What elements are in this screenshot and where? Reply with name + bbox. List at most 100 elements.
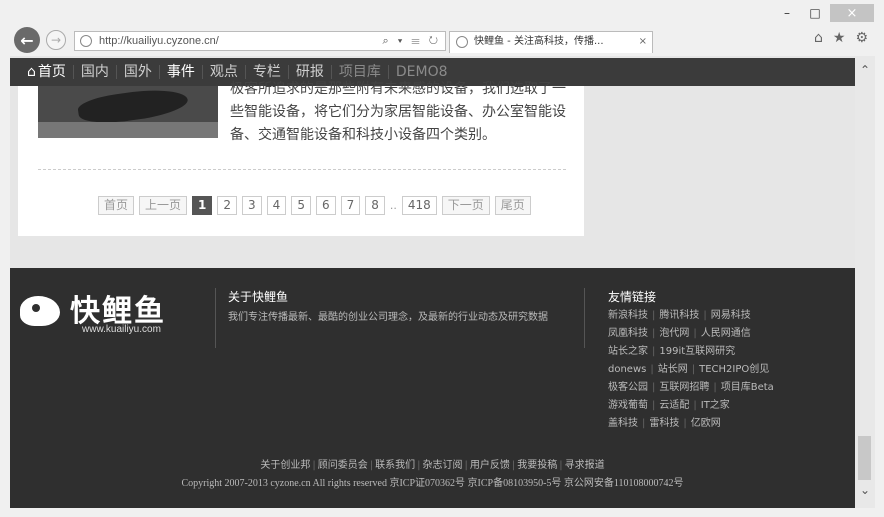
article-summary: 极客所追求的是那些附有未来感的设备，我们选取了一些智能设备，将它们分为家居智能设… [230, 81, 566, 143]
nav-item-demo8[interactable]: DEMO8 [389, 65, 455, 79]
friend-link[interactable]: 项目库Beta [721, 382, 774, 393]
link-separator: | [642, 418, 646, 429]
nav-item-opinions[interactable]: 观点 [203, 65, 246, 79]
nav-item-events[interactable]: 事件 [160, 65, 203, 79]
pager-page-last[interactable]: 418 [401, 196, 437, 215]
footer-link[interactable]: 我要投稿 [517, 460, 557, 471]
friend-links-row: 站长之家 | 199it互联网研究 [608, 343, 808, 361]
link-separator: | [652, 328, 656, 339]
footer-link[interactable]: 杂志订阅 [423, 460, 463, 471]
pager-end[interactable]: 尾页 [494, 196, 531, 215]
scroll-up-icon[interactable]: ⌃ [855, 60, 875, 80]
pager-page-6[interactable]: 6 [315, 196, 336, 215]
friend-link[interactable]: 199it互联网研究 [659, 346, 735, 357]
friend-link[interactable]: TECH2IPO创见 [699, 364, 769, 375]
friend-links-row: 盖科技 | 雷科技 | 亿欧网 [608, 415, 808, 433]
footer-divider-right [584, 288, 585, 348]
friend-link[interactable]: 泡代网 [659, 328, 689, 339]
friend-link[interactable]: 腾讯科技 [659, 310, 699, 321]
friend-links-row: 凤凰科技 | 泡代网 | 人民网通信 [608, 325, 808, 343]
pager-page-3[interactable]: 3 [242, 196, 262, 215]
link-separator: | [369, 460, 374, 471]
about-text: 我们专注传播最新、最酷的创业公司理念，及最新的行业动态及研究数据 [228, 312, 548, 323]
friend-link[interactable]: 亿欧网 [691, 418, 721, 429]
friend-link[interactable]: 极客公园 [608, 382, 648, 393]
nav-item-home[interactable]: ⌂ 首页 [20, 65, 74, 79]
friend-link[interactable]: IT之家 [701, 400, 730, 411]
browser-tab[interactable]: 快鲤鱼 - 关注高科技，传播... × [449, 31, 653, 53]
maximize-button[interactable]: □ [802, 4, 828, 22]
back-button[interactable]: ← [14, 27, 40, 53]
scroll-thumb[interactable] [858, 436, 871, 480]
article-thumbnail[interactable] [38, 86, 218, 138]
footer-link[interactable]: 关于创业邦 [260, 460, 310, 471]
favorites-star-icon[interactable]: ★ [833, 30, 846, 46]
link-separator: | [511, 460, 516, 471]
nav-item-reports[interactable]: 研报 [289, 65, 332, 79]
home-nav-icon: ⌂ [27, 64, 36, 80]
tab-close-icon[interactable]: × [639, 32, 647, 52]
friend-link[interactable]: 雷科技 [649, 418, 679, 429]
address-tools[interactable]: ⌕ ▾ ☰ ↻ [383, 32, 441, 50]
content-divider [38, 169, 566, 170]
friend-links: 友情链接 新浪科技 | 腾讯科技 | 网易科技 凤凰科技 | 泡代网 | 人民网通信 站长之家 | 19… [608, 288, 808, 433]
friend-link[interactable]: 站长之家 [608, 346, 648, 357]
nav-item-foreign[interactable]: 国外 [117, 65, 160, 79]
friend-link[interactable]: 凤凰科技 [608, 328, 648, 339]
window-caption-buttons: – □ × [774, 4, 874, 22]
home-icon[interactable]: ⌂ [814, 30, 823, 46]
settings-gear-icon[interactable]: ⚙ [855, 30, 868, 46]
scroll-down-icon[interactable]: ⌄ [855, 480, 875, 500]
link-separator: | [464, 460, 468, 471]
pager-prev[interactable]: 上一页 [139, 196, 188, 215]
footer-link[interactable]: 用户反馈 [470, 460, 510, 471]
link-separator: | [652, 346, 656, 357]
pager-page-1[interactable]: 1 [192, 196, 213, 215]
pager-page-2[interactable]: 2 [217, 196, 238, 215]
link-separator: | [693, 328, 697, 339]
pager-page-8[interactable]: 8 [365, 196, 385, 215]
pager-page-7[interactable]: 7 [340, 196, 361, 215]
friend-links-row: donews | 站长网 | TECH2IPO创见 [608, 361, 808, 379]
nav-item-columns[interactable]: 专栏 [246, 65, 289, 79]
friend-link[interactable]: donews [608, 364, 646, 375]
friend-link[interactable]: 盖科技 [608, 418, 638, 429]
friend-link[interactable]: 新浪科技 [608, 310, 648, 321]
friend-link[interactable]: 云适配 [659, 400, 689, 411]
footer-link[interactable]: 顾问委员会 [318, 460, 368, 471]
link-separator: | [650, 364, 654, 375]
minimize-button[interactable]: – [774, 4, 800, 22]
about-title: 关于快鲤鱼 [228, 290, 289, 304]
friend-link[interactable]: 游戏葡萄 [608, 400, 648, 411]
pagination: 首页 上一页 1 2 3 4 5 6 7 8 .. 418 下一页 尾页 [98, 196, 531, 215]
link-separator: | [312, 460, 316, 471]
pager-next[interactable]: 下一页 [441, 196, 490, 215]
link-separator: | [559, 460, 563, 471]
link-separator: | [693, 400, 697, 411]
nav-item-projects[interactable]: 项目库 [332, 65, 389, 79]
footer-link[interactable]: 寻求报道 [565, 460, 605, 471]
nav-item-domestic[interactable]: 国内 [74, 65, 117, 79]
friend-link[interactable]: 人民网通信 [701, 328, 751, 339]
footer-link[interactable]: 联系我们 [375, 460, 415, 471]
friend-links-title: 友情链接 [608, 290, 657, 304]
pager-first[interactable]: 首页 [98, 196, 135, 215]
window-bottom-edge [10, 508, 875, 517]
link-separator: | [652, 400, 656, 411]
vertical-scrollbar[interactable]: ⌃ ⌄ [855, 56, 875, 508]
forward-button[interactable]: → [46, 30, 66, 50]
link-separator: | [652, 310, 656, 321]
page-icon [80, 35, 92, 47]
friend-links-row: 新浪科技 | 腾讯科技 | 网易科技 [608, 307, 808, 325]
pager-page-5[interactable]: 5 [291, 196, 311, 215]
pager-page-4[interactable]: 4 [266, 196, 287, 215]
address-bar[interactable]: http://kuailiyu.cyzone.cn/ ⌕ ▾ ☰ ↻ [74, 31, 446, 51]
close-window-button[interactable]: × [830, 4, 874, 22]
friend-link[interactable]: 互联网招聘 [659, 382, 709, 393]
page-viewport: ⌂ 首页 国内 国外 事件 观点 专栏 研报 项目库 DEMO8 极客所追求的是那… [10, 56, 855, 508]
tab-favicon-icon [456, 36, 468, 48]
footer-logo[interactable]: 快鲤鱼 www.kuailiyu.com [20, 286, 210, 342]
friend-link[interactable]: 网易科技 [711, 310, 751, 321]
friend-link[interactable]: 站长网 [658, 364, 688, 375]
link-separator: | [691, 364, 696, 375]
